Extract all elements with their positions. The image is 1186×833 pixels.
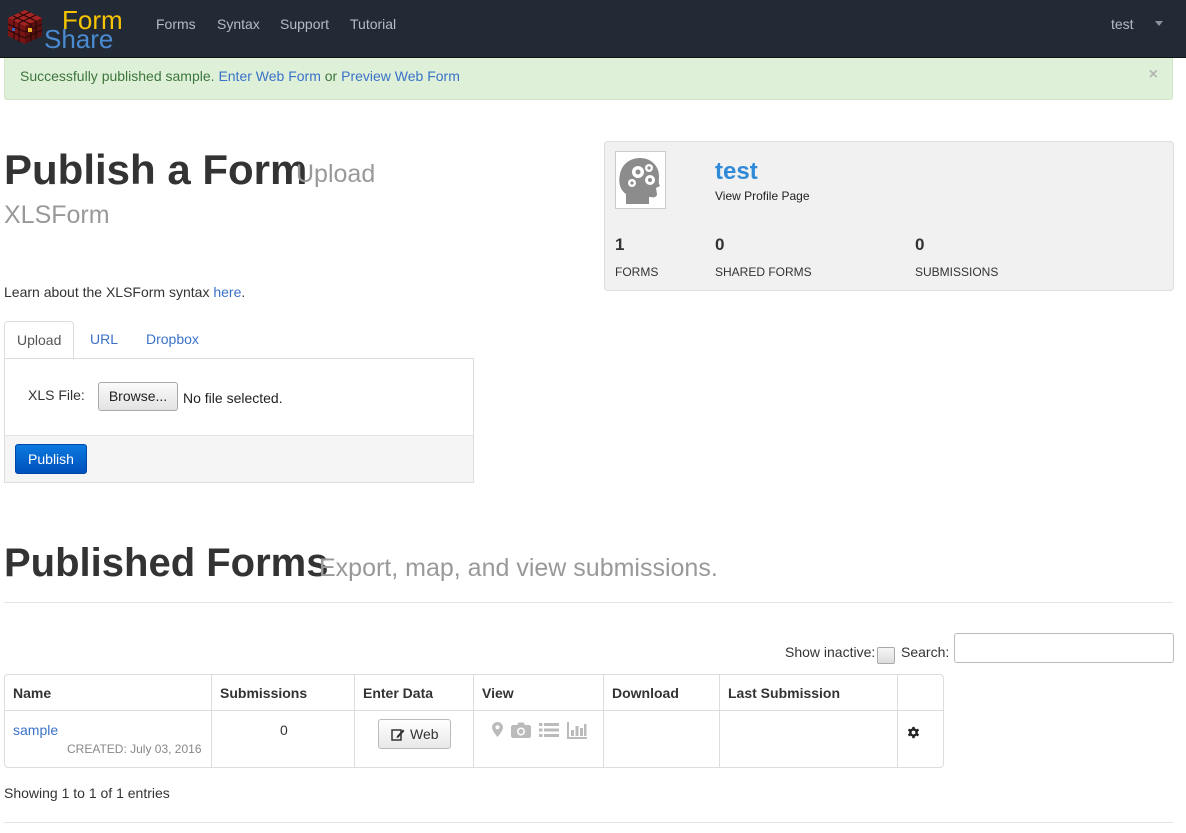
avatar-head-gears-icon xyxy=(619,158,660,204)
divider xyxy=(4,602,1173,603)
col-enter-data[interactable]: Enter Data xyxy=(363,685,433,701)
col-divider xyxy=(603,675,604,767)
browse-button[interactable]: Browse... xyxy=(98,382,178,411)
col-submissions[interactable]: Submissions xyxy=(220,685,307,701)
col-divider xyxy=(354,675,355,767)
gear-icon[interactable] xyxy=(907,726,920,739)
nav-support[interactable]: Support xyxy=(280,16,329,32)
form-submission-count: 0 xyxy=(280,722,288,738)
col-download[interactable]: Download xyxy=(612,685,679,701)
publish-button[interactable]: Publish xyxy=(15,444,87,474)
preview-web-form-link[interactable]: Preview Web Form xyxy=(341,68,460,84)
top-navbar: Form Share Forms Syntax Support Tutorial… xyxy=(0,0,1186,58)
col-name[interactable]: Name xyxy=(13,685,51,701)
chart-icon[interactable] xyxy=(567,722,587,739)
enter-web-button[interactable]: Web xyxy=(378,719,451,749)
view-profile-link[interactable]: View Profile Page xyxy=(715,189,810,203)
stat-forms-value: 1 xyxy=(615,235,625,254)
form-actions: Publish xyxy=(5,435,473,482)
nav-tutorial[interactable]: Tutorial xyxy=(350,16,396,32)
profile-card: test View Profile Page 1 FORMS 0 SHARED … xyxy=(604,141,1174,291)
stat-submissions-label: SUBMISSIONS xyxy=(915,265,999,279)
header-divider xyxy=(5,710,943,711)
syntax-here-link[interactable]: here xyxy=(213,284,241,300)
avatar[interactable] xyxy=(615,151,666,209)
brand-logo[interactable]: Form Share xyxy=(6,4,126,54)
tab-url[interactable]: URL xyxy=(78,321,130,359)
forms-table: Name Submissions Enter Data View Downloa… xyxy=(4,674,944,768)
publish-subtitle-xlsform: XLSForm xyxy=(4,201,110,229)
list-icon[interactable] xyxy=(539,722,559,738)
published-forms-subtitle: Export, map, and view submissions. xyxy=(319,554,718,582)
publish-subtitle-upload: Upload xyxy=(296,160,376,188)
col-divider xyxy=(719,675,720,767)
divider xyxy=(4,822,1173,823)
learn-syntax-text: Learn about the XLSForm syntax here. xyxy=(4,284,245,300)
show-inactive-label: Show inactive: xyxy=(785,644,876,660)
table-info: Showing 1 to 1 of 1 entries xyxy=(4,785,170,801)
search-input[interactable] xyxy=(954,633,1174,663)
upload-panel: XLS File: Browse... No file selected. Pu… xyxy=(4,358,474,483)
learn-prefix: Learn about the XLSForm syntax xyxy=(4,284,210,300)
search-label: Search: xyxy=(901,644,950,660)
col-divider xyxy=(897,675,898,767)
edit-icon xyxy=(391,729,405,741)
form-name-link[interactable]: sample xyxy=(13,722,58,738)
tab-dropbox[interactable]: Dropbox xyxy=(134,321,211,359)
xls-file-label: XLS File: xyxy=(28,387,85,403)
publish-title: Publish a Form xyxy=(4,146,308,193)
learn-suffix: . xyxy=(241,284,246,300)
stat-submissions-value: 0 xyxy=(915,235,925,254)
caret-down-icon[interactable] xyxy=(1155,21,1163,26)
show-inactive-checkbox[interactable] xyxy=(877,647,895,664)
nav-syntax[interactable]: Syntax xyxy=(217,16,260,32)
enter-web-form-link[interactable]: Enter Web Form xyxy=(218,68,320,84)
user-menu[interactable]: test xyxy=(1111,16,1134,32)
col-divider xyxy=(211,675,212,767)
cube-logo-icon xyxy=(7,10,43,44)
map-marker-icon[interactable] xyxy=(492,722,503,737)
form-created-date: CREATED: July 03, 2016 xyxy=(67,742,202,756)
alert-message: Successfully published sample. xyxy=(20,68,215,84)
profile-name-link[interactable]: test xyxy=(715,158,758,186)
stat-shared-forms-label: SHARED FORMS xyxy=(715,265,812,279)
success-alert: Successfully published sample. Enter Web… xyxy=(4,58,1173,100)
alert-connector: or xyxy=(324,68,338,84)
col-last-submission[interactable]: Last Submission xyxy=(728,685,840,701)
tab-upload[interactable]: Upload xyxy=(4,321,75,360)
no-file-text: No file selected. xyxy=(183,390,283,406)
stat-shared-forms-value: 0 xyxy=(715,235,725,254)
enter-web-label: Web xyxy=(410,726,439,742)
col-view[interactable]: View xyxy=(482,685,514,701)
close-icon[interactable]: × xyxy=(1149,66,1158,84)
col-divider xyxy=(473,675,474,767)
published-forms-title: Published Forms xyxy=(4,541,329,585)
camera-icon[interactable] xyxy=(511,722,531,738)
nav-forms[interactable]: Forms xyxy=(156,16,196,32)
stat-forms-label: FORMS xyxy=(615,265,659,279)
alert-text: Successfully published sample. Enter Web… xyxy=(20,68,460,84)
upload-tabs: Upload URL Dropbox xyxy=(4,321,474,360)
brand-text-share: Share xyxy=(44,24,114,54)
